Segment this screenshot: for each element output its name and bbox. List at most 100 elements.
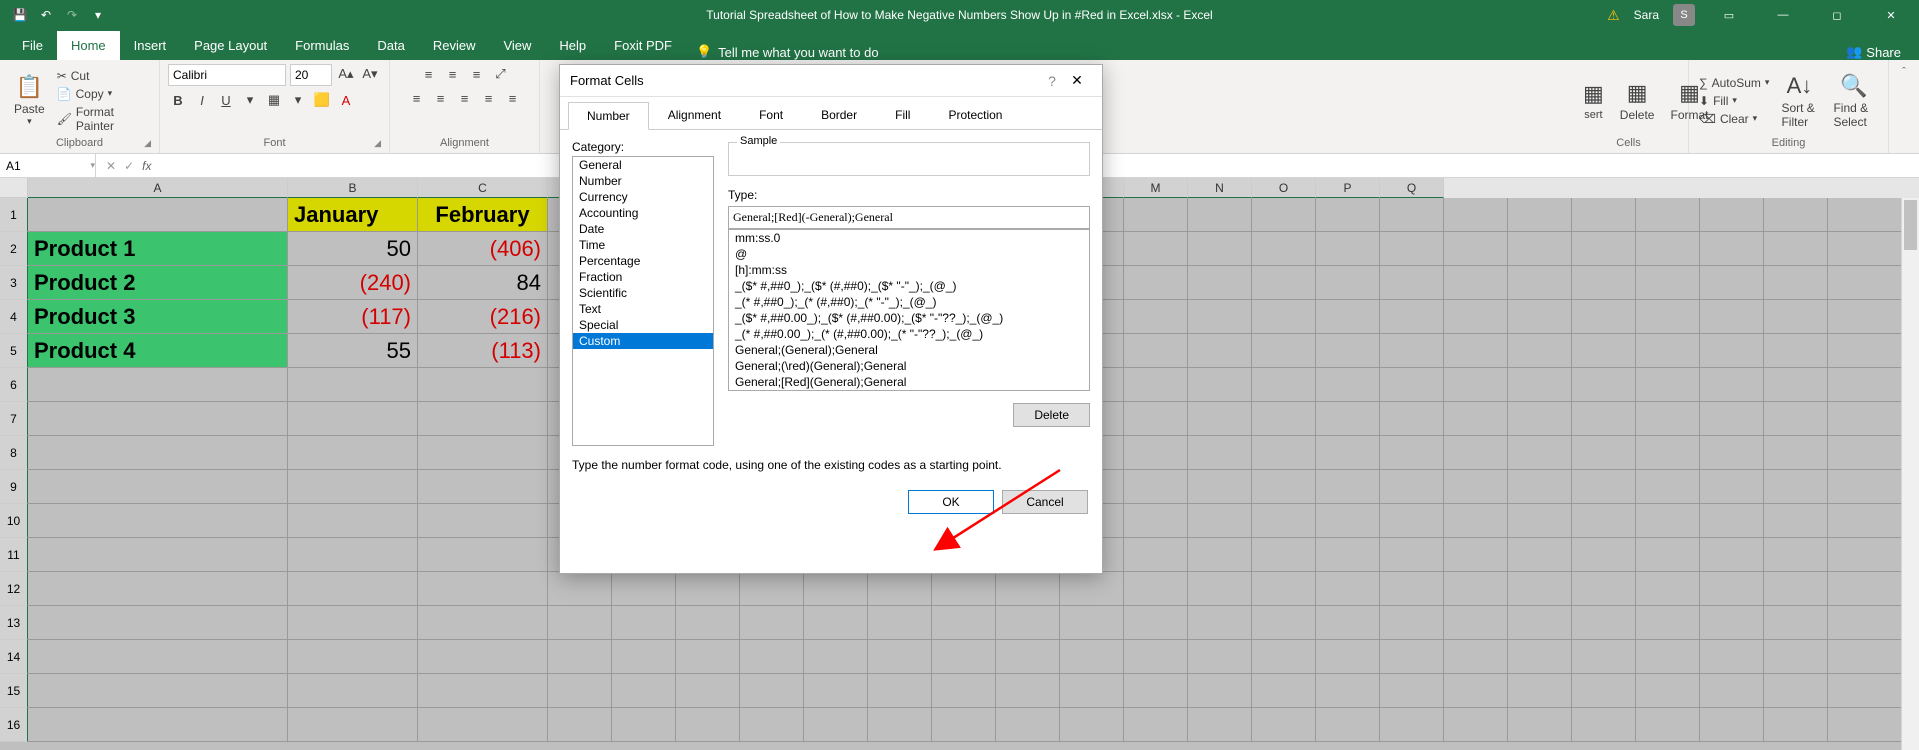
warning-icon[interactable]: ⚠ bbox=[1607, 7, 1620, 24]
dialog-launcher-icon[interactable]: ◢ bbox=[374, 138, 381, 149]
tab-file[interactable]: File bbox=[8, 31, 57, 60]
border-button[interactable]: ▦ bbox=[264, 90, 284, 110]
cell[interactable] bbox=[418, 504, 548, 538]
vertical-scrollbar[interactable] bbox=[1901, 198, 1919, 750]
cell[interactable]: (406) bbox=[418, 232, 548, 266]
row-header[interactable]: 8 bbox=[0, 436, 28, 470]
row-header[interactable]: 12 bbox=[0, 572, 28, 606]
tab-help[interactable]: Help bbox=[545, 31, 600, 60]
category-item[interactable]: Accounting bbox=[573, 205, 713, 221]
redo-icon[interactable]: ↷ bbox=[64, 7, 80, 23]
paste-button[interactable]: 📋 Paste ▾ bbox=[8, 72, 51, 129]
tab-formulas[interactable]: Formulas bbox=[281, 31, 363, 60]
fill-button[interactable]: ⬇Fill▾ bbox=[1697, 93, 1771, 109]
cell[interactable]: 55 bbox=[288, 334, 418, 368]
cell[interactable] bbox=[288, 470, 418, 504]
cell[interactable]: 50 bbox=[288, 232, 418, 266]
bold-button[interactable]: B bbox=[168, 90, 188, 110]
cancel-button[interactable]: Cancel bbox=[1002, 490, 1088, 514]
row-header[interactable]: 13 bbox=[0, 606, 28, 640]
scroll-thumb[interactable] bbox=[1904, 200, 1917, 250]
cell[interactable] bbox=[28, 674, 288, 708]
column-header[interactable]: M bbox=[1124, 178, 1188, 198]
category-item[interactable]: Scientific bbox=[573, 285, 713, 301]
cell[interactable] bbox=[28, 470, 288, 504]
cell[interactable] bbox=[418, 674, 548, 708]
dialog-tab-protection[interactable]: Protection bbox=[929, 101, 1021, 129]
align-bottom-icon[interactable]: ≡ bbox=[467, 64, 487, 84]
row-header[interactable]: 3 bbox=[0, 266, 28, 300]
category-item[interactable]: Number bbox=[573, 173, 713, 189]
cell[interactable] bbox=[288, 538, 418, 572]
undo-icon[interactable]: ↶ bbox=[38, 7, 54, 23]
cell[interactable]: 84 bbox=[418, 266, 548, 300]
column-header[interactable]: B bbox=[288, 178, 418, 198]
ribbon-options-icon[interactable]: ▭ bbox=[1709, 0, 1749, 30]
font-size-select[interactable] bbox=[290, 64, 332, 86]
maximize-icon[interactable]: ◻ bbox=[1817, 0, 1857, 30]
align-left-icon[interactable]: ≡ bbox=[407, 88, 427, 108]
cell[interactable] bbox=[288, 606, 418, 640]
cell[interactable] bbox=[28, 504, 288, 538]
cell[interactable] bbox=[288, 640, 418, 674]
align-right-icon[interactable]: ≡ bbox=[455, 88, 475, 108]
type-list-item[interactable]: General;(General);General bbox=[729, 342, 1089, 358]
dialog-launcher-icon[interactable]: ◢ bbox=[144, 138, 151, 149]
insert-cells-button[interactable]: ▦sert bbox=[1577, 79, 1610, 123]
cell[interactable] bbox=[288, 368, 418, 402]
type-list-item[interactable]: General;(\red)(General);General bbox=[729, 358, 1089, 374]
cell[interactable] bbox=[418, 470, 548, 504]
dialog-tab-border[interactable]: Border bbox=[802, 101, 876, 129]
save-icon[interactable]: 💾 bbox=[12, 7, 28, 23]
cell[interactable]: January bbox=[288, 198, 418, 232]
dialog-titlebar[interactable]: Format Cells ? ✕ bbox=[560, 65, 1102, 97]
cell[interactable]: Product 1 bbox=[28, 232, 288, 266]
tab-view[interactable]: View bbox=[489, 31, 545, 60]
column-header[interactable]: O bbox=[1252, 178, 1316, 198]
autosum-button[interactable]: ∑AutoSum▾ bbox=[1697, 75, 1771, 91]
clear-button[interactable]: ⌫Clear▾ bbox=[1697, 111, 1771, 127]
tab-foxit-pdf[interactable]: Foxit PDF bbox=[600, 31, 686, 60]
cell[interactable] bbox=[28, 606, 288, 640]
tell-me[interactable]: 💡 Tell me what you want to do bbox=[696, 44, 879, 60]
fill-color-button[interactable]: 🟨 bbox=[312, 90, 332, 110]
category-item[interactable]: Time bbox=[573, 237, 713, 253]
align-middle-icon[interactable]: ≡ bbox=[443, 64, 463, 84]
dialog-tab-fill[interactable]: Fill bbox=[876, 101, 929, 129]
column-header[interactable]: A bbox=[28, 178, 288, 198]
row-header[interactable]: 11 bbox=[0, 538, 28, 572]
indent-increase-icon[interactable]: ≡ bbox=[503, 88, 523, 108]
cell[interactable] bbox=[418, 606, 548, 640]
increase-font-icon[interactable]: A▴ bbox=[336, 64, 356, 84]
collapse-ribbon-icon[interactable]: ˆ bbox=[1902, 66, 1906, 78]
cell[interactable]: Product 3 bbox=[28, 300, 288, 334]
cell[interactable] bbox=[418, 368, 548, 402]
category-item[interactable]: Fraction bbox=[573, 269, 713, 285]
cell[interactable]: Product 2 bbox=[28, 266, 288, 300]
type-list-item[interactable]: mm:ss.0 bbox=[729, 230, 1089, 246]
cell[interactable] bbox=[418, 436, 548, 470]
cell[interactable] bbox=[28, 198, 288, 232]
cell[interactable] bbox=[418, 708, 548, 742]
cell[interactable]: (117) bbox=[288, 300, 418, 334]
cell[interactable] bbox=[28, 436, 288, 470]
cell[interactable] bbox=[28, 640, 288, 674]
cell[interactable] bbox=[28, 402, 288, 436]
category-item[interactable]: Custom bbox=[573, 333, 713, 349]
cell[interactable]: (240) bbox=[288, 266, 418, 300]
type-list-item[interactable]: _(* #,##0.00_);_(* (#,##0.00);_(* "-"??_… bbox=[729, 326, 1089, 342]
column-header[interactable]: C bbox=[418, 178, 548, 198]
cell[interactable] bbox=[418, 538, 548, 572]
font-color-button[interactable]: A bbox=[336, 90, 356, 110]
row-header[interactable]: 6 bbox=[0, 368, 28, 402]
tab-review[interactable]: Review bbox=[419, 31, 490, 60]
category-item[interactable]: Percentage bbox=[573, 253, 713, 269]
type-list-item[interactable]: _($* #,##0_);_($* (#,##0);_($* "-"_);_(@… bbox=[729, 278, 1089, 294]
type-list-item[interactable]: @ bbox=[729, 246, 1089, 262]
category-item[interactable]: General bbox=[573, 157, 713, 173]
type-list-item[interactable]: _($* #,##0.00_);_($* (#,##0.00);_($* "-"… bbox=[729, 310, 1089, 326]
delete-button[interactable]: Delete bbox=[1013, 403, 1090, 427]
delete-cells-button[interactable]: ▦Delete bbox=[1614, 78, 1661, 124]
type-list-item[interactable]: [h]:mm:ss bbox=[729, 262, 1089, 278]
row-header[interactable]: 15 bbox=[0, 674, 28, 708]
